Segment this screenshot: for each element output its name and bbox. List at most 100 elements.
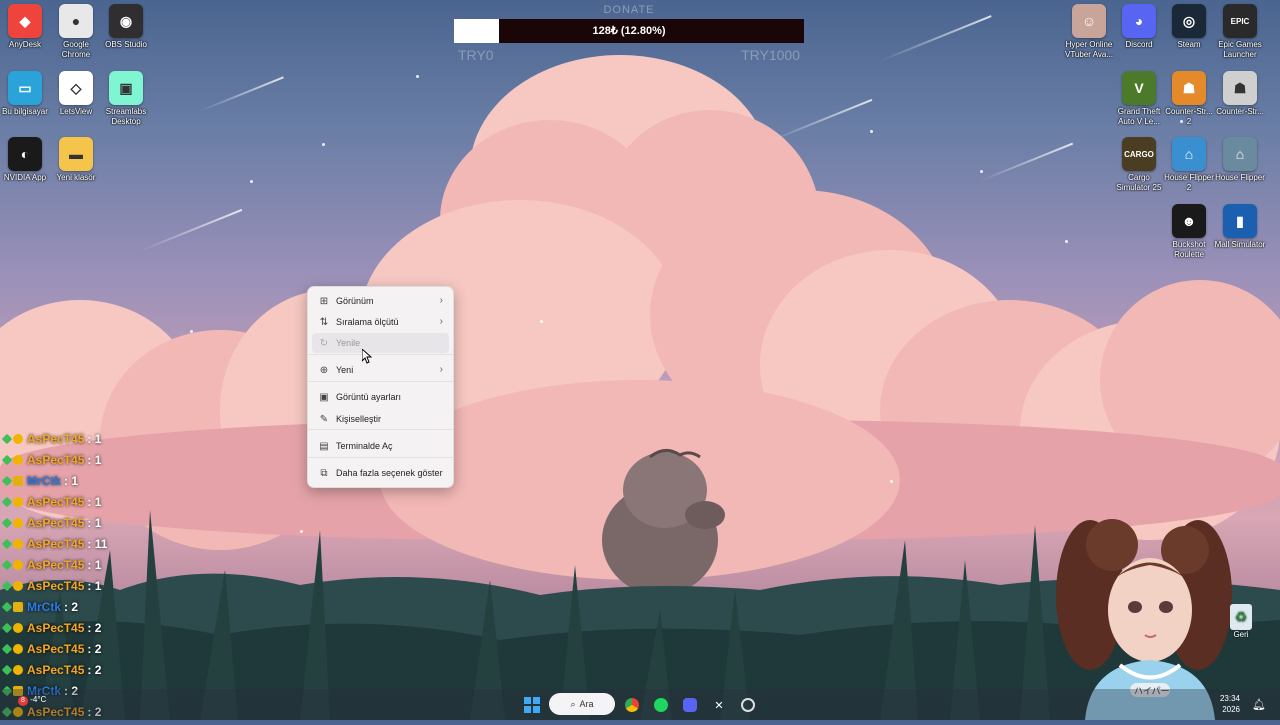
menu-item-label: Terminalde Aç <box>336 441 393 451</box>
recycle-bin[interactable]: ♻ Geri <box>1226 604 1256 639</box>
desktop-icon[interactable]: ▮ Mall Simulator <box>1213 204 1267 250</box>
badge-icon <box>13 538 23 549</box>
menu-item[interactable]: ⊞ Görünüm › <box>312 291 449 311</box>
chat-message: MrCtk: 2 <box>1 596 107 617</box>
menu-item[interactable]: ⧉ Daha fazla seçenek göster <box>312 463 449 483</box>
badge-icon <box>13 517 23 528</box>
counter-strike-icon: ☗ <box>1172 71 1206 105</box>
chat-message-text: : 1 <box>87 452 102 467</box>
taskbar-search[interactable]: ⌕ Ara <box>549 693 615 715</box>
menu-item[interactable]: ✎ Kişiselleştir <box>312 409 449 429</box>
gta-icon: V <box>1122 71 1156 105</box>
steam-icon: ◎ <box>1172 4 1206 38</box>
computer-icon: ▭ <box>8 71 42 105</box>
desktop-icon[interactable]: ◎ Steam <box>1162 4 1216 50</box>
clock-date: 2026 <box>1222 705 1240 714</box>
desktop-icon[interactable]: ▬ Yeni klasör <box>49 137 103 183</box>
streamlabs-icon: ▣ <box>109 71 143 105</box>
badge-icon <box>13 601 23 612</box>
desktop-icon[interactable]: ◕ Discord <box>1112 4 1166 50</box>
desktop-icon[interactable]: ☗ Counter-Str... <box>1213 71 1267 117</box>
desktop-icon-label: Yeni klasör <box>56 173 96 182</box>
cargo-simulator-icon: CARGO <box>1122 137 1156 171</box>
taskbar-clock[interactable]: 23:34 2026 <box>1220 693 1240 715</box>
desktop-icon[interactable]: ◆ AnyDesk <box>0 4 52 50</box>
taskbar-spotify[interactable] <box>650 694 672 716</box>
weather-widget[interactable]: 8 -4°C <box>18 695 46 706</box>
menu-item[interactable]: ⊕ Yeni › <box>312 360 449 380</box>
chat-message-text: : 1 <box>87 578 102 593</box>
badge-icon <box>1 643 13 654</box>
epic-games-icon: EPIC <box>1223 4 1257 38</box>
desktop-icon[interactable]: V Grand Theft Auto V Le... <box>1112 71 1166 127</box>
anydesk-icon: ◆ <box>8 4 42 38</box>
desktop-icon[interactable]: ◉ OBS Studio <box>99 4 153 50</box>
desktop-icon-label: House Flipper <box>1215 173 1265 182</box>
badge-icon <box>13 433 23 444</box>
chat-message: AsPecT45: 2 <box>1 638 107 659</box>
chat-message: AsPecT45: 1 <box>1 449 107 470</box>
obs-icon: ◉ <box>109 4 143 38</box>
desktop-icon-label: Counter-Str... 2 <box>1165 107 1213 126</box>
weather-badge: 8 <box>18 696 28 706</box>
desktop-icon[interactable]: ⌂ House Flipper 2 <box>1162 137 1216 193</box>
chevron-right-icon: › <box>439 295 443 306</box>
menu-item[interactable]: ⇅ Sıralama ölçütü › <box>312 312 449 332</box>
desktop-icon[interactable]: EPIC Epic Games Launcher <box>1213 4 1267 60</box>
start-button[interactable] <box>521 694 543 716</box>
chat-username: AsPecT45 <box>27 662 85 677</box>
donate-progress-text: 128₺ (12.80%) <box>592 25 666 37</box>
desktop-icon[interactable]: ◐ NVIDIA App <box>0 137 52 183</box>
menu-item-label: Sıralama ölçütü <box>336 317 399 327</box>
donate-goal-widget: DONATE 128₺ (12.80%) TRY0 TRY1000 <box>454 4 804 63</box>
menu-item-label: Görüntü ayarları <box>336 392 402 402</box>
chat-message-text: : 1 <box>87 515 102 530</box>
counter-strike-icon: ☗ <box>1223 71 1257 105</box>
chevron-right-icon: › <box>439 364 443 375</box>
badge-icon <box>13 580 23 591</box>
menu-separator <box>308 429 453 430</box>
desktop-icon-label: Streamlabs Desktop <box>105 107 147 126</box>
terminal-icon: ▤ <box>319 440 329 452</box>
menu-item[interactable]: ▤ Terminalde Aç <box>312 436 449 456</box>
vtuber-avatar-icon: ☺ <box>1072 4 1106 38</box>
desktop-icon[interactable]: ⌂ House Flipper <box>1213 137 1267 183</box>
desktop-icon-label: OBS Studio <box>105 40 147 49</box>
menu-item[interactable]: ▣ Görüntü ayarları <box>312 387 449 407</box>
desktop-icon-label: Counter-Str... <box>1216 107 1264 116</box>
desktop-icon-label: Google Chrome <box>61 40 91 59</box>
buckshot-roulette-icon: ☻ <box>1172 204 1206 238</box>
menu-item[interactable]: ↻ Yenile <box>312 333 449 353</box>
discord-icon: ◕ <box>1122 4 1156 38</box>
taskbar-discord[interactable] <box>679 694 701 716</box>
menu-item-label: Yenile <box>336 338 361 348</box>
desktop-icon-label: NVIDIA App <box>3 173 47 182</box>
chat-message: MrCtk: 1 <box>1 470 107 491</box>
desktop-icon-label: AnyDesk <box>8 40 41 49</box>
chat-message-text: : 2 <box>87 641 102 656</box>
desktop-context-menu: ⊞ Görünüm › ⇅ Sıralama ölçütü › ↻ Yenile ⊕ Yeni › ▣… <box>307 286 454 488</box>
desktop-icon[interactable]: ◇ LetsView <box>49 71 103 117</box>
desktop-icon[interactable]: ▭ Bu bilgisayar <box>0 71 52 117</box>
badge-icon <box>13 664 23 675</box>
desktop-icon[interactable]: ☺ Hyper Online VTuber Ava... <box>1062 4 1116 60</box>
desktop-icon[interactable]: CARGO Cargo Simulator 25 <box>1112 137 1166 193</box>
taskbar-capcut[interactable]: ✕ <box>708 694 730 716</box>
donate-title: DONATE <box>603 4 655 16</box>
taskbar-chrome[interactable] <box>621 694 643 716</box>
desktop-icon[interactable]: ● Google Chrome <box>49 4 103 60</box>
menu-separator <box>308 457 453 458</box>
desktop-icon[interactable]: ☻ Buckshot Roulette <box>1162 204 1216 260</box>
donate-progress-bar: 128₺ (12.80%) <box>454 19 804 43</box>
brush-icon: ✎ <box>319 413 329 425</box>
house-flipper-icon: ⌂ <box>1172 137 1206 171</box>
taskbar-obs[interactable] <box>737 694 759 716</box>
nvidia-icon: ◐ <box>8 137 42 171</box>
chat-username: AsPecT45 <box>27 536 85 551</box>
chat-username: MrCtk <box>27 599 62 614</box>
chat-username: MrCtk <box>27 473 62 488</box>
discord-icon <box>683 698 697 712</box>
desktop-icon[interactable]: ▣ Streamlabs Desktop <box>99 71 153 127</box>
notification-bell-icon[interactable]: 🔔︎ <box>1252 698 1266 711</box>
desktop-icon[interactable]: ☗ Counter-Str... 2 <box>1162 71 1216 127</box>
